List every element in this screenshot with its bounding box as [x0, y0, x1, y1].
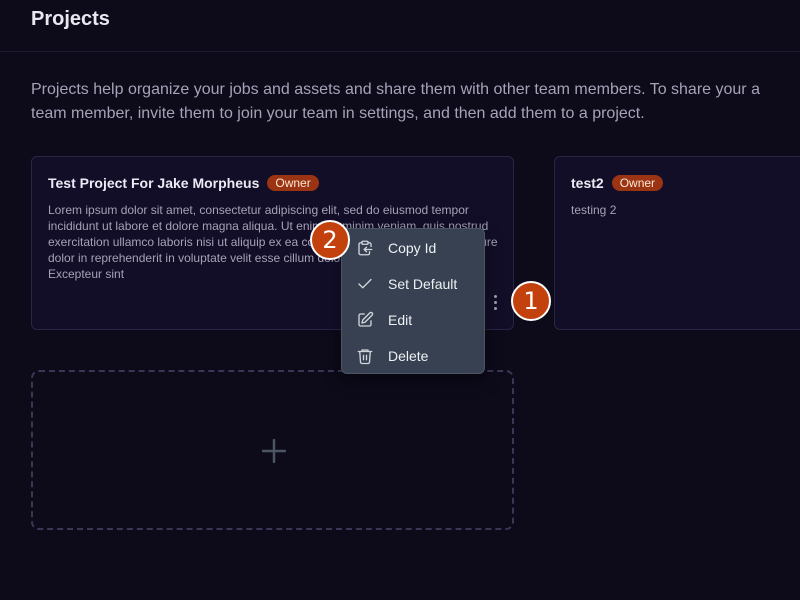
- plus-icon: [262, 439, 286, 463]
- edit-icon: [358, 311, 374, 327]
- page-header: Projects: [0, 0, 800, 52]
- intro-line-1: Projects help organize your jobs and ass…: [31, 81, 760, 98]
- menu-item-copy-id[interactable]: Copy Id: [342, 230, 484, 266]
- trash-icon: [357, 349, 373, 365]
- kebab-dot: [493, 294, 497, 298]
- project-description: testing 2: [571, 203, 617, 217]
- projects-page: Projects Projects help organize your job…: [0, 0, 800, 600]
- owner-badge: Owner: [611, 175, 664, 191]
- project-context-menu: Copy Id Set Default Edit Delete: [341, 228, 485, 374]
- menu-item-label: Edit: [388, 312, 413, 328]
- step-marker-1: 1: [511, 281, 551, 321]
- copy-id-icon: [358, 240, 373, 256]
- menu-item-delete[interactable]: Delete: [342, 338, 484, 374]
- project-title: Test Project For Jake Morpheus: [48, 175, 260, 191]
- intro-text: Projects help organize your jobs and ass…: [31, 78, 800, 126]
- menu-item-label: Set Default: [388, 276, 458, 292]
- kebab-dot: [493, 300, 497, 304]
- project-card-header: Test Project For Jake Morpheus Owner: [48, 175, 319, 191]
- page-title: Projects: [31, 8, 110, 30]
- project-card-header: test2 Owner: [571, 175, 664, 191]
- menu-item-label: Delete: [388, 348, 429, 364]
- menu-item-edit[interactable]: Edit: [342, 302, 484, 338]
- project-card[interactable]: test2 Owner testing 2: [554, 156, 800, 330]
- menu-item-label: Copy Id: [388, 240, 437, 256]
- project-title: test2: [571, 175, 604, 191]
- more-options-icon[interactable]: [487, 291, 503, 313]
- kebab-dot: [493, 306, 497, 310]
- owner-badge: Owner: [267, 175, 319, 191]
- add-project-button[interactable]: [31, 370, 514, 530]
- menu-item-set-default[interactable]: Set Default: [342, 266, 484, 302]
- step-marker-2: 2: [310, 220, 350, 260]
- intro-line-2: team member, invite them to join your te…: [31, 105, 645, 122]
- check-icon: [358, 278, 372, 289]
